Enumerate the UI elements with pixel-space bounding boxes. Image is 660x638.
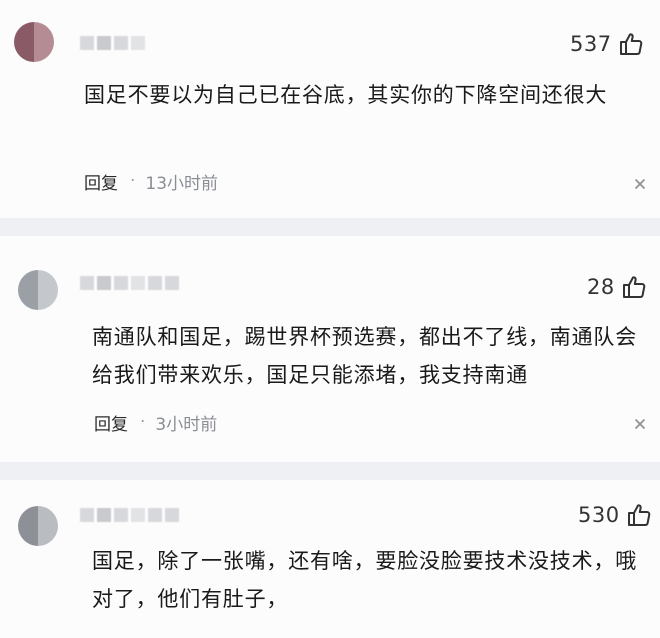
thumbs-up-icon: [621, 274, 647, 300]
close-icon[interactable]: [634, 418, 650, 434]
comment-text: 南通队和国足，踢世界杯预选赛，都出不了线，南通队会给我们带来欢乐，国足只能添堵，…: [92, 325, 637, 387]
comment-text: 国足，除了一张嘴，还有啥，要脸没脸要技术没技术，哦对了，他们有肚子，: [92, 549, 637, 611]
like-count: 537: [570, 32, 612, 56]
reply-button[interactable]: 回复: [84, 169, 118, 194]
like-count: 530: [578, 503, 620, 527]
meta-separator: ·: [140, 412, 146, 432]
avatar[interactable]: [18, 506, 58, 546]
username-blurred[interactable]: [80, 498, 179, 532]
close-icon[interactable]: [634, 178, 650, 194]
comment-card: 28 南通队和国足，踢世界杯预选赛，都出不了线，南通队会给我们带来欢乐，国足只能…: [0, 236, 660, 462]
like-button[interactable]: 28: [587, 272, 647, 302]
meta-separator: ·: [130, 171, 136, 191]
comment-card: 537 国足不要以为自己已在谷底，其实你的下降空间还很大 回复 · 13小时前: [0, 0, 660, 218]
comment-divider: [0, 462, 660, 480]
comment-time: 3小时前: [155, 414, 218, 435]
comment-meta: 回复 · 13小时前: [84, 169, 219, 194]
comment-card: 530 国足，除了一张嘴，还有啥，要脸没脸要技术没技术，哦对了，他们有肚子，: [0, 480, 660, 638]
avatar[interactable]: [14, 22, 54, 62]
comment-text: 国足不要以为自己已在谷底，其实你的下降空间还很大: [84, 83, 608, 107]
like-button[interactable]: 530: [578, 500, 652, 530]
username-blurred[interactable]: [80, 26, 145, 60]
avatar[interactable]: [18, 270, 58, 310]
like-count: 28: [587, 275, 615, 299]
thumbs-up-icon: [618, 31, 644, 57]
comment-divider: [0, 218, 660, 236]
username-blurred[interactable]: [80, 266, 179, 300]
comment-meta: 回复 · 3小时前: [94, 410, 218, 435]
like-button[interactable]: 537: [570, 29, 644, 59]
comment-list: 537 国足不要以为自己已在谷底，其实你的下降空间还很大 回复 · 13小时前: [0, 0, 660, 638]
thumbs-up-icon: [626, 502, 652, 528]
comment-time: 13小时前: [145, 173, 219, 194]
reply-button[interactable]: 回复: [94, 410, 128, 435]
